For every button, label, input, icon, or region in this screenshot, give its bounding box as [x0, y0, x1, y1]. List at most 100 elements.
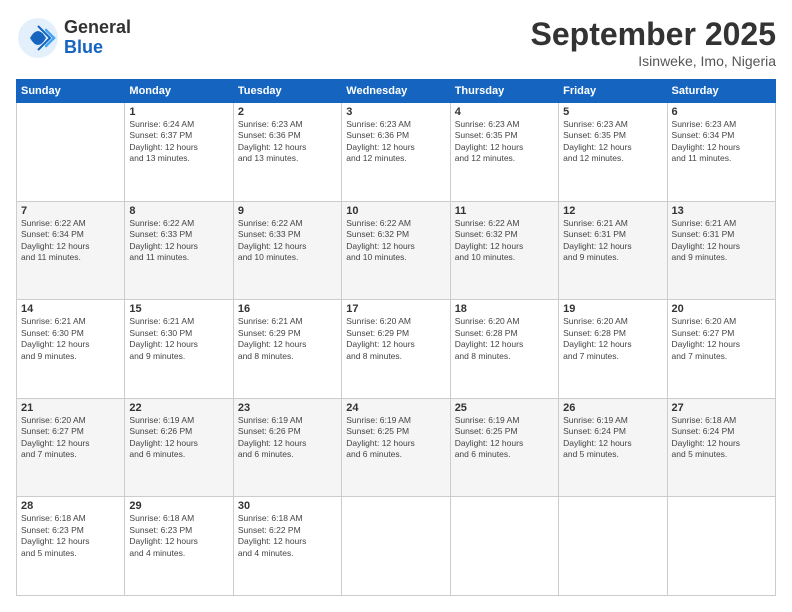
- calendar-cell: 24Sunrise: 6:19 AM Sunset: 6:25 PM Dayli…: [342, 398, 450, 497]
- day-of-week-header: Tuesday: [233, 80, 341, 103]
- calendar-week-row: 1Sunrise: 6:24 AM Sunset: 6:37 PM Daylig…: [17, 103, 776, 202]
- day-number: 21: [21, 402, 120, 414]
- day-info: Sunrise: 6:20 AM Sunset: 6:28 PM Dayligh…: [455, 316, 554, 362]
- logo: General Blue: [16, 16, 131, 60]
- day-number: 20: [672, 303, 771, 315]
- day-number: 27: [672, 402, 771, 414]
- day-info: Sunrise: 6:24 AM Sunset: 6:37 PM Dayligh…: [129, 119, 228, 165]
- calendar-cell: 30Sunrise: 6:18 AM Sunset: 6:22 PM Dayli…: [233, 497, 341, 596]
- day-info: Sunrise: 6:22 AM Sunset: 6:33 PM Dayligh…: [129, 218, 228, 264]
- day-info: Sunrise: 6:19 AM Sunset: 6:26 PM Dayligh…: [238, 415, 337, 461]
- calendar-cell: 25Sunrise: 6:19 AM Sunset: 6:25 PM Dayli…: [450, 398, 558, 497]
- day-info: Sunrise: 6:21 AM Sunset: 6:29 PM Dayligh…: [238, 316, 337, 362]
- calendar-cell: 5Sunrise: 6:23 AM Sunset: 6:35 PM Daylig…: [559, 103, 667, 202]
- day-info: Sunrise: 6:22 AM Sunset: 6:32 PM Dayligh…: [455, 218, 554, 264]
- calendar-cell: 11Sunrise: 6:22 AM Sunset: 6:32 PM Dayli…: [450, 201, 558, 300]
- day-info: Sunrise: 6:23 AM Sunset: 6:36 PM Dayligh…: [346, 119, 445, 165]
- day-of-week-header: Friday: [559, 80, 667, 103]
- day-number: 1: [129, 106, 228, 118]
- calendar-cell: 23Sunrise: 6:19 AM Sunset: 6:26 PM Dayli…: [233, 398, 341, 497]
- calendar-cell: 15Sunrise: 6:21 AM Sunset: 6:30 PM Dayli…: [125, 300, 233, 399]
- day-info: Sunrise: 6:20 AM Sunset: 6:28 PM Dayligh…: [563, 316, 662, 362]
- day-info: Sunrise: 6:18 AM Sunset: 6:24 PM Dayligh…: [672, 415, 771, 461]
- calendar-cell: 28Sunrise: 6:18 AM Sunset: 6:23 PM Dayli…: [17, 497, 125, 596]
- day-info: Sunrise: 6:19 AM Sunset: 6:25 PM Dayligh…: [455, 415, 554, 461]
- day-info: Sunrise: 6:19 AM Sunset: 6:25 PM Dayligh…: [346, 415, 445, 461]
- day-number: 18: [455, 303, 554, 315]
- calendar-cell: [450, 497, 558, 596]
- day-number: 2: [238, 106, 337, 118]
- day-number: 17: [346, 303, 445, 315]
- calendar-cell: 27Sunrise: 6:18 AM Sunset: 6:24 PM Dayli…: [667, 398, 775, 497]
- day-info: Sunrise: 6:19 AM Sunset: 6:26 PM Dayligh…: [129, 415, 228, 461]
- day-number: 16: [238, 303, 337, 315]
- day-info: Sunrise: 6:18 AM Sunset: 6:22 PM Dayligh…: [238, 513, 337, 559]
- day-number: 12: [563, 205, 662, 217]
- calendar-cell: 7Sunrise: 6:22 AM Sunset: 6:34 PM Daylig…: [17, 201, 125, 300]
- day-number: 7: [21, 205, 120, 217]
- day-number: 6: [672, 106, 771, 118]
- day-info: Sunrise: 6:21 AM Sunset: 6:31 PM Dayligh…: [563, 218, 662, 264]
- day-number: 24: [346, 402, 445, 414]
- day-info: Sunrise: 6:23 AM Sunset: 6:35 PM Dayligh…: [563, 119, 662, 165]
- day-number: 30: [238, 500, 337, 512]
- day-info: Sunrise: 6:21 AM Sunset: 6:31 PM Dayligh…: [672, 218, 771, 264]
- calendar-cell: [559, 497, 667, 596]
- day-info: Sunrise: 6:23 AM Sunset: 6:35 PM Dayligh…: [455, 119, 554, 165]
- calendar-cell: 8Sunrise: 6:22 AM Sunset: 6:33 PM Daylig…: [125, 201, 233, 300]
- day-info: Sunrise: 6:20 AM Sunset: 6:27 PM Dayligh…: [672, 316, 771, 362]
- calendar-cell: 2Sunrise: 6:23 AM Sunset: 6:36 PM Daylig…: [233, 103, 341, 202]
- calendar-cell: 4Sunrise: 6:23 AM Sunset: 6:35 PM Daylig…: [450, 103, 558, 202]
- day-number: 25: [455, 402, 554, 414]
- calendar-table: SundayMondayTuesdayWednesdayThursdayFrid…: [16, 79, 776, 596]
- calendar-cell: 20Sunrise: 6:20 AM Sunset: 6:27 PM Dayli…: [667, 300, 775, 399]
- calendar-cell: 19Sunrise: 6:20 AM Sunset: 6:28 PM Dayli…: [559, 300, 667, 399]
- day-info: Sunrise: 6:23 AM Sunset: 6:34 PM Dayligh…: [672, 119, 771, 165]
- day-info: Sunrise: 6:22 AM Sunset: 6:32 PM Dayligh…: [346, 218, 445, 264]
- day-of-week-header: Sunday: [17, 80, 125, 103]
- day-number: 4: [455, 106, 554, 118]
- calendar-cell: 10Sunrise: 6:22 AM Sunset: 6:32 PM Dayli…: [342, 201, 450, 300]
- day-number: 23: [238, 402, 337, 414]
- calendar-cell: 16Sunrise: 6:21 AM Sunset: 6:29 PM Dayli…: [233, 300, 341, 399]
- calendar-cell: 18Sunrise: 6:20 AM Sunset: 6:28 PM Dayli…: [450, 300, 558, 399]
- day-info: Sunrise: 6:22 AM Sunset: 6:33 PM Dayligh…: [238, 218, 337, 264]
- location-subtitle: Isinweke, Imo, Nigeria: [531, 53, 776, 69]
- calendar-cell: 21Sunrise: 6:20 AM Sunset: 6:27 PM Dayli…: [17, 398, 125, 497]
- calendar-cell: 6Sunrise: 6:23 AM Sunset: 6:34 PM Daylig…: [667, 103, 775, 202]
- day-number: 5: [563, 106, 662, 118]
- day-number: 10: [346, 205, 445, 217]
- calendar-cell: 22Sunrise: 6:19 AM Sunset: 6:26 PM Dayli…: [125, 398, 233, 497]
- calendar-cell: 17Sunrise: 6:20 AM Sunset: 6:29 PM Dayli…: [342, 300, 450, 399]
- day-number: 15: [129, 303, 228, 315]
- day-of-week-header: Saturday: [667, 80, 775, 103]
- day-number: 9: [238, 205, 337, 217]
- month-title: September 2025: [531, 16, 776, 53]
- logo-blue-text: Blue: [64, 38, 131, 58]
- day-info: Sunrise: 6:22 AM Sunset: 6:34 PM Dayligh…: [21, 218, 120, 264]
- calendar-cell: 1Sunrise: 6:24 AM Sunset: 6:37 PM Daylig…: [125, 103, 233, 202]
- calendar-cell: 29Sunrise: 6:18 AM Sunset: 6:23 PM Dayli…: [125, 497, 233, 596]
- calendar-cell: 12Sunrise: 6:21 AM Sunset: 6:31 PM Dayli…: [559, 201, 667, 300]
- calendar-cell: 9Sunrise: 6:22 AM Sunset: 6:33 PM Daylig…: [233, 201, 341, 300]
- calendar-cell: 14Sunrise: 6:21 AM Sunset: 6:30 PM Dayli…: [17, 300, 125, 399]
- day-number: 8: [129, 205, 228, 217]
- calendar-week-row: 21Sunrise: 6:20 AM Sunset: 6:27 PM Dayli…: [17, 398, 776, 497]
- day-number: 29: [129, 500, 228, 512]
- page-header: General Blue September 2025 Isinweke, Im…: [16, 16, 776, 69]
- day-info: Sunrise: 6:18 AM Sunset: 6:23 PM Dayligh…: [129, 513, 228, 559]
- calendar-cell: 3Sunrise: 6:23 AM Sunset: 6:36 PM Daylig…: [342, 103, 450, 202]
- calendar-header-row: SundayMondayTuesdayWednesdayThursdayFrid…: [17, 80, 776, 103]
- logo-general-text: General: [64, 18, 131, 38]
- day-number: 19: [563, 303, 662, 315]
- day-number: 11: [455, 205, 554, 217]
- title-block: September 2025 Isinweke, Imo, Nigeria: [531, 16, 776, 69]
- calendar-week-row: 28Sunrise: 6:18 AM Sunset: 6:23 PM Dayli…: [17, 497, 776, 596]
- calendar-week-row: 7Sunrise: 6:22 AM Sunset: 6:34 PM Daylig…: [17, 201, 776, 300]
- calendar-cell: [342, 497, 450, 596]
- day-number: 28: [21, 500, 120, 512]
- day-info: Sunrise: 6:18 AM Sunset: 6:23 PM Dayligh…: [21, 513, 120, 559]
- day-info: Sunrise: 6:21 AM Sunset: 6:30 PM Dayligh…: [129, 316, 228, 362]
- day-info: Sunrise: 6:20 AM Sunset: 6:27 PM Dayligh…: [21, 415, 120, 461]
- calendar-cell: 13Sunrise: 6:21 AM Sunset: 6:31 PM Dayli…: [667, 201, 775, 300]
